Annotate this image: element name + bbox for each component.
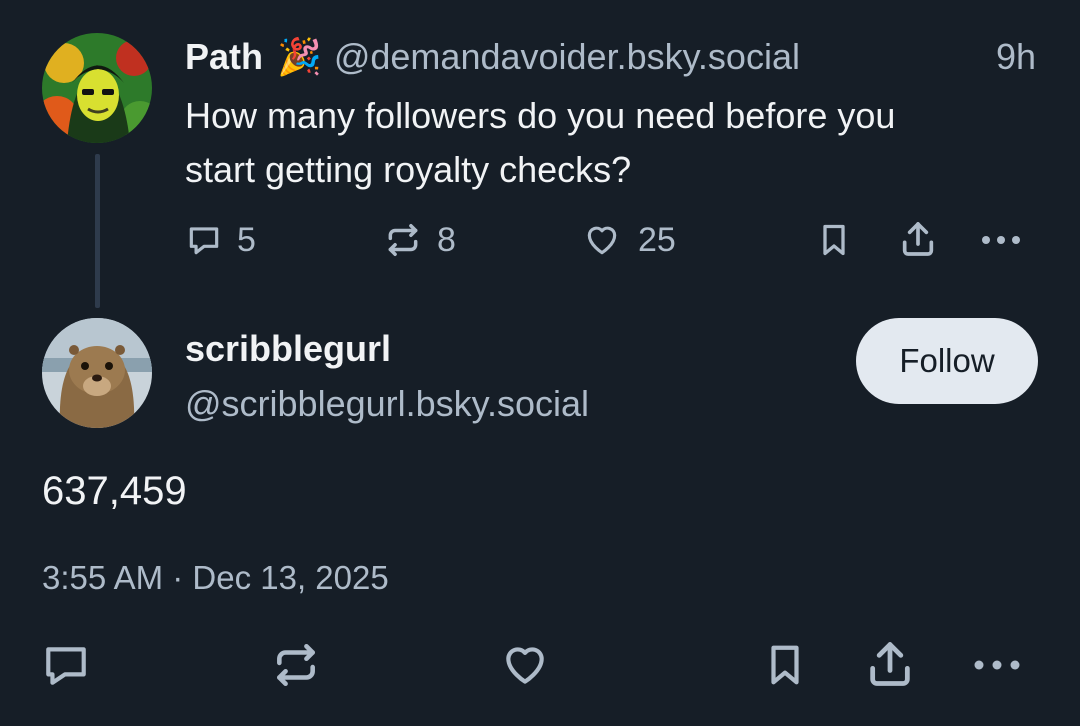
- follow-button[interactable]: Follow: [856, 318, 1038, 404]
- parent-reply-count: 5: [237, 220, 256, 259]
- like-icon: [506, 647, 544, 684]
- parent-like-count: 25: [638, 220, 676, 259]
- parent-post-text-line: How many followers do you need before yo…: [185, 95, 896, 136]
- main-repost-button[interactable]: [270, 640, 322, 690]
- parent-like-button[interactable]: 25: [582, 220, 676, 260]
- main-author-name[interactable]: scribblegurl: [185, 326, 391, 372]
- parent-author-name[interactable]: Path: [185, 36, 263, 78]
- parent-repost-button[interactable]: 8: [383, 220, 456, 260]
- parent-repost-count: 8: [437, 220, 456, 259]
- parent-author-avatar[interactable]: [42, 33, 152, 143]
- parent-post-time[interactable]: 9h: [996, 34, 1036, 80]
- main-post-text: 637,459: [42, 469, 187, 513]
- parent-post-text-line: start getting royalty checks?: [185, 149, 632, 190]
- main-more-button[interactable]: [970, 640, 1024, 690]
- reply-icon: [189, 227, 219, 255]
- parent-post-header: Path 🎉 @demandavoider.bsky.social: [185, 34, 800, 80]
- bookmark-icon: [823, 224, 845, 256]
- main-author-avatar[interactable]: [42, 318, 152, 428]
- parent-reply-button[interactable]: 5: [185, 220, 256, 260]
- thread-connector-line: [95, 154, 100, 308]
- parent-share-button[interactable]: [898, 218, 938, 260]
- parent-more-button[interactable]: [978, 220, 1024, 260]
- party-popper-icon: 🎉: [277, 36, 322, 77]
- main-reply-button[interactable]: [40, 640, 92, 690]
- more-icon: [974, 660, 1020, 670]
- share-icon: [902, 222, 934, 256]
- repost-icon: [388, 224, 418, 256]
- share-icon: [870, 642, 910, 686]
- main-like-button[interactable]: [498, 640, 552, 690]
- bookmark-icon: [771, 645, 799, 685]
- main-post-timestamp[interactable]: 3:55 AM · Dec 13, 2025: [42, 556, 389, 600]
- repost-icon: [277, 643, 315, 687]
- parent-bookmark-button[interactable]: [816, 220, 852, 260]
- main-bookmark-button[interactable]: [762, 640, 808, 690]
- main-author-handle[interactable]: @scribblegurl.bsky.social: [185, 381, 589, 427]
- more-icon: [982, 236, 1020, 244]
- main-share-button[interactable]: [864, 638, 916, 690]
- reply-icon: [46, 647, 86, 685]
- parent-author-handle[interactable]: @demandavoider.bsky.social: [334, 36, 800, 78]
- like-icon: [587, 226, 617, 255]
- parent-post-text: How many followers do you need before yo…: [185, 89, 895, 197]
